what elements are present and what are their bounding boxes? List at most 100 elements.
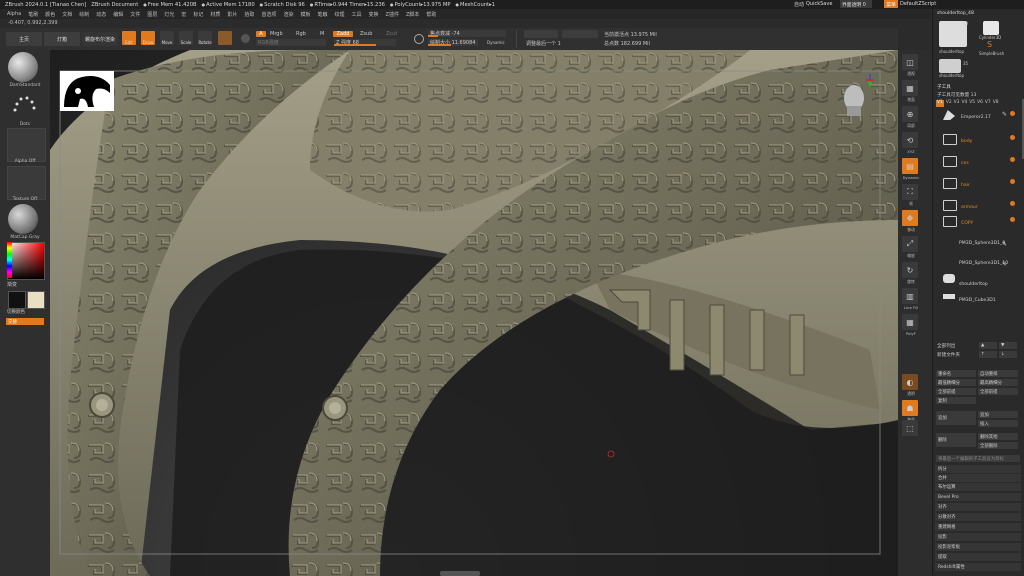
rotate-view-button[interactable]: ↻: [902, 262, 918, 278]
rotate-button[interactable]: Rotate: [198, 31, 212, 45]
subtool-folder[interactable]: body: [937, 133, 1021, 148]
all-high-button[interactable]: 最高精细分: [978, 379, 1018, 386]
project-bas-relief-menu[interactable]: 投影泥浆板: [935, 543, 1021, 551]
list-all-button[interactable]: 全部列出: [937, 343, 955, 349]
scale-button[interactable]: Scale: [179, 31, 193, 45]
subtool-folder[interactable]: COPY: [937, 215, 1021, 230]
copy-button[interactable]: 复制: [936, 397, 976, 404]
merge-menu[interactable]: 合并: [935, 474, 1021, 482]
subtool-item[interactable]: ✎ PM3D_Sphere3D1_9: [937, 239, 1021, 254]
edit-button[interactable]: Edit: [122, 31, 136, 45]
remesh-menu[interactable]: 重建网格: [935, 523, 1021, 531]
eye-icon[interactable]: [1010, 111, 1015, 116]
menu-item[interactable]: 文档: [62, 11, 72, 18]
insert-button[interactable]: 插入: [978, 420, 1018, 427]
menu-item[interactable]: 绘制: [79, 11, 89, 18]
delete-button[interactable]: 删除: [936, 433, 976, 447]
menu-item[interactable]: 灯光: [164, 11, 174, 18]
menu-item[interactable]: 模板: [300, 11, 310, 18]
align-menu[interactable]: 对齐: [935, 503, 1021, 511]
alternate-button[interactable]: 交替: [6, 318, 44, 325]
boolean-menu[interactable]: 布尔运算: [935, 483, 1021, 491]
zsub-toggle[interactable]: Zsub: [360, 31, 372, 37]
redshift-menu[interactable]: Redshift属性: [935, 563, 1021, 571]
menu-item[interactable]: 笔触: [317, 11, 327, 18]
menu-item[interactable]: 拾取: [244, 11, 254, 18]
tab-v3[interactable]: V3: [954, 100, 960, 107]
home-button[interactable]: 主页: [6, 32, 42, 46]
rgb-intensity-slider[interactable]: RGB强度: [256, 39, 326, 46]
simplebrush-icon[interactable]: S: [987, 41, 997, 49]
cylinder-thumb[interactable]: [983, 21, 999, 35]
tab-v8[interactable]: V8: [993, 100, 999, 107]
menu-item[interactable]: 首选项: [261, 11, 276, 18]
zadd-toggle[interactable]: Zadd: [333, 31, 353, 37]
material-sphere-icon[interactable]: [218, 31, 232, 45]
brush-icon[interactable]: [8, 52, 38, 82]
perspective-button[interactable]: ◫: [902, 54, 918, 70]
subtool-folder[interactable]: hair: [937, 177, 1021, 192]
move-button[interactable]: Move: [160, 31, 174, 45]
floor-button[interactable]: ▦: [902, 80, 918, 96]
tab-v4[interactable]: V4: [961, 100, 967, 107]
eye-icon[interactable]: [1010, 157, 1015, 162]
new-folder-button[interactable]: 新建文件夹: [937, 352, 960, 358]
transparency-slider[interactable]: 界面透明 0: [840, 0, 872, 8]
lightbox-button[interactable]: 灯箱: [44, 32, 80, 46]
menu-item[interactable]: 图层: [147, 11, 157, 18]
subtool-item[interactable]: ✎ PM3D_Sphere3D1_10: [937, 259, 1021, 274]
linefill-button[interactable]: ▥: [902, 288, 918, 304]
menu-item[interactable]: 编辑: [113, 11, 123, 18]
focal-shift-slider[interactable]: 焦点衰减 -74: [428, 30, 506, 37]
all-low-button[interactable]: 最低精细分: [936, 379, 976, 386]
menu-item[interactable]: 工具: [352, 11, 362, 18]
material-icon[interactable]: [8, 204, 38, 234]
xray-button[interactable]: ⬚: [902, 420, 918, 436]
solo-button[interactable]: ☗: [902, 400, 918, 416]
switch-color-label[interactable]: 切换颜色: [7, 309, 25, 315]
xyz-button[interactable]: ⟲: [902, 132, 918, 148]
transparent-button[interactable]: ◐: [902, 374, 918, 390]
rename-button[interactable]: 重命名: [936, 370, 976, 377]
dynamic-button[interactable]: ▤: [902, 158, 918, 174]
auto-reorder-button[interactable]: 自动重排: [978, 370, 1018, 377]
menu-item[interactable]: 宏: [181, 11, 186, 18]
arrow-up-button[interactable]: ↑: [979, 351, 997, 358]
eye-icon[interactable]: [1010, 135, 1015, 140]
delete-other-button[interactable]: 删除其他: [978, 433, 1018, 440]
alpha-slot[interactable]: [7, 128, 46, 162]
secondary-color-swatch[interactable]: [27, 291, 45, 309]
color-picker[interactable]: [7, 242, 45, 280]
tab-v1[interactable]: V1: [936, 100, 944, 107]
navigation-head-icon[interactable]: [838, 72, 878, 118]
zcut-toggle[interactable]: Zcut: [386, 31, 397, 37]
tool-thumb-shoulder-2[interactable]: [939, 59, 961, 73]
subtool-item[interactable]: shoulderltop: [937, 273, 1021, 288]
fill-button[interactable]: [562, 30, 598, 38]
subtool-icon-button[interactable]: [524, 30, 558, 38]
draw-button[interactable]: Draw: [141, 31, 155, 45]
rgb-toggle[interactable]: Rgb: [296, 31, 306, 37]
draw-size-slider[interactable]: 绘制大小 11.69084: [428, 39, 478, 46]
tab-v5[interactable]: V5: [969, 100, 975, 107]
subtool-item[interactable]: ✎ Emperor2.17: [937, 109, 1021, 124]
menu-item[interactable]: 标记: [193, 11, 203, 18]
menu-item[interactable]: 渲染: [283, 11, 293, 18]
scale-view-button[interactable]: ⤢: [902, 236, 918, 252]
menu-item[interactable]: 影片: [227, 11, 237, 18]
mrgb-toggle[interactable]: Mrgb: [270, 31, 283, 37]
subtool-folder[interactable]: armour: [937, 199, 1021, 214]
menu-item[interactable]: 颜色: [45, 11, 55, 18]
project-menu[interactable]: 投影: [935, 533, 1021, 541]
menu-item[interactable]: Z插件: [386, 11, 399, 18]
move-view-button[interactable]: ✥: [902, 210, 918, 226]
default-zscript[interactable]: DefaultZScript: [900, 1, 936, 7]
move-up-button[interactable]: ▲: [979, 342, 997, 349]
distribute-menu[interactable]: 分散对齐: [935, 513, 1021, 521]
menu-item[interactable]: 动态: [96, 11, 106, 18]
quicksave-button[interactable]: QuickSave: [806, 1, 832, 7]
tab-v7[interactable]: V7: [985, 100, 991, 107]
append-alt-button[interactable]: 追加: [978, 411, 1018, 418]
stroke-dots-icon[interactable]: [12, 94, 36, 116]
move-down-button[interactable]: ▼: [999, 342, 1017, 349]
